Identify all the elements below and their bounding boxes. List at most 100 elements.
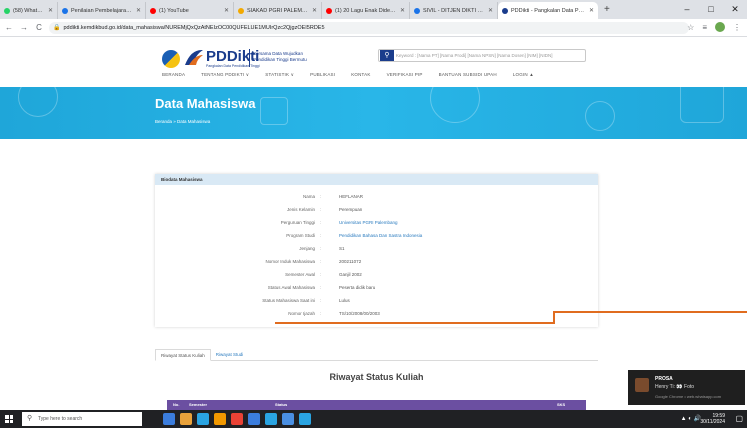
menu-item[interactable]: TENTANG PDDIKTI ∨: [201, 72, 249, 78]
new-tab-button[interactable]: +: [598, 2, 616, 19]
windows-icon: [5, 415, 13, 423]
main-menu: BERANDA TENTANG PDDIKTI ∨ STATISTIK ∨ PUBLI…: [162, 72, 534, 78]
biodata-row: Nomor Ijazah: TS/10/2008/00/2003: [155, 311, 598, 322]
taskbar-app-icon[interactable]: [248, 413, 260, 425]
biodata-card: Biodata Mahasiswa Nama: HEFLANAR Jenis Kel…: [155, 174, 598, 327]
tab-riwayat-status-kuliah[interactable]: Riwayat Status Kuliah: [155, 349, 211, 361]
system-tray-icons[interactable]: ▲ ◐ 🔊: [681, 415, 701, 422]
browser-tab[interactable]: PDDikti - Pangkalan Data Pendi ✕: [498, 2, 598, 19]
maximize-button[interactable]: □: [699, 0, 723, 19]
site-search-box[interactable]: ⚲ Keyword : [Nama PT] [Nama Prodi] [Nama…: [378, 49, 586, 62]
menu-item[interactable]: PUBLIKASI: [310, 72, 335, 78]
banner-decoration: [680, 87, 724, 123]
close-tab-icon[interactable]: ✕: [312, 7, 317, 14]
browser-tab[interactable]: (1) YouTube ✕: [146, 2, 234, 19]
clock[interactable]: 19:59 30/11/2024: [700, 413, 725, 425]
browser-tab[interactable]: Penilaian Pembelajaran - UKMPT✕: [58, 2, 146, 19]
back-button[interactable]: ←: [3, 23, 15, 32]
biodata-label: Nama: [302, 194, 315, 199]
menu-item[interactable]: BERANDA: [162, 72, 185, 78]
taskbar-app-icon[interactable]: [231, 413, 243, 425]
tab-favicon-icon: [414, 7, 420, 14]
table-header: No. Semester Status SKS: [167, 400, 586, 410]
tab-title: PDDikti - Pangkalan Data Pendi: [511, 7, 586, 14]
biodata-heading: Biodata Mahasiswa: [155, 174, 598, 185]
tab-favicon-icon: [150, 7, 156, 14]
profile-avatar[interactable]: [715, 22, 725, 32]
banner-decoration: [430, 87, 480, 123]
taskbar-app-icon[interactable]: [163, 413, 175, 425]
notification-toast[interactable]: PROSA Henry Ti: 👀 Foto Google Chrome • w…: [628, 370, 745, 405]
reading-list-icon[interactable]: ≡: [702, 23, 707, 32]
minimize-button[interactable]: –: [675, 0, 699, 19]
page-title: Data Mahasiswa: [155, 96, 256, 111]
menu-item[interactable]: KONTAK: [351, 72, 370, 78]
taskbar-app-icon[interactable]: [180, 413, 192, 425]
biodata-separator: :: [320, 272, 322, 277]
forward-button[interactable]: →: [18, 23, 30, 32]
tab-title: Penilaian Pembelajaran - UKMPT: [71, 7, 133, 14]
biodata-label: Nomor Ijazah: [288, 311, 315, 316]
taskbar-app-icon[interactable]: [265, 413, 277, 425]
close-window-button[interactable]: ✕: [723, 0, 747, 19]
clock-date: 30/11/2024: [700, 419, 725, 425]
column-header-status: Status: [275, 402, 288, 407]
close-tab-icon[interactable]: ✕: [136, 7, 141, 14]
biodata-row: Nama: HEFLANAR: [155, 194, 598, 205]
search-input[interactable]: Keyword : [Nama PT] [Nama Prodi] [Nama N…: [396, 53, 553, 58]
browser-tab[interactable]: (58) WhatsApp✕: [0, 2, 58, 19]
taskbar-app-icon[interactable]: [197, 413, 209, 425]
logo-text[interactable]: PDDikti: [206, 48, 259, 65]
close-tab-icon[interactable]: ✕: [48, 7, 53, 14]
tab-title: (1) YouTube: [159, 7, 189, 14]
search-icon: ⚲: [27, 415, 33, 422]
taskbar-app-icon[interactable]: [214, 413, 226, 425]
reload-button[interactable]: C: [33, 23, 45, 32]
menu-item[interactable]: BANTUAN SUBSIDI UPAH: [439, 72, 497, 78]
menu-item[interactable]: STATISTIK ∨: [265, 72, 294, 78]
tab-title: SIVIL - DITJEN DIKTI KEMDIKBUD: [423, 7, 485, 14]
close-tab-icon[interactable]: ✕: [488, 7, 493, 14]
taskbar-app-icon[interactable]: [282, 413, 294, 425]
biodata-separator: :: [320, 285, 322, 290]
biodata-row: Semester Awal: Ganjil 2002: [155, 272, 598, 283]
biodata-value[interactable]: Universitas PGRI Palembang: [339, 220, 398, 225]
kemdikbud-logo-icon[interactable]: [162, 50, 180, 68]
taskbar-app-icon[interactable]: [299, 413, 311, 425]
tab-favicon-icon: [238, 7, 244, 14]
browser-tab[interactable]: SIVIL - DITJEN DIKTI KEMDIKBUD✕: [410, 2, 498, 19]
windows-start-button[interactable]: [0, 410, 18, 428]
menu-item[interactable]: VERIFIKASI PIP: [387, 72, 423, 78]
biodata-value: Peserta didik baru: [339, 285, 376, 290]
browser-tab[interactable]: SIAKAD PGRI PALEMBANG✕: [234, 2, 322, 19]
browser-tab[interactable]: (1) 20 Lagu Enak Didengar ✕: [322, 2, 410, 19]
action-center-icon[interactable]: ▢: [735, 414, 743, 423]
biodata-value: S1: [339, 246, 345, 251]
tab-riwayat-studi[interactable]: Riwayat Studi: [211, 349, 249, 361]
biodata-row: Perguruan Tinggi: Universitas PGRI Palemb…: [155, 220, 598, 231]
biodata-separator: :: [320, 220, 322, 225]
breadcrumb: Beranda » Data Mahasiswa: [155, 119, 211, 124]
annotation-line: [553, 311, 747, 313]
notification-body: Henry Ti: 👀 Foto: [655, 384, 695, 390]
menu-item[interactable]: LOGIN ▲: [513, 72, 534, 78]
search-icon[interactable]: ⚲: [380, 50, 394, 61]
close-tab-icon[interactable]: ✕: [400, 7, 405, 14]
menu-dots-icon[interactable]: ⋮: [733, 23, 741, 32]
biodata-value: Ganjil 2002: [339, 272, 362, 277]
biodata-label: Status Mahasiswa Saat ini: [262, 298, 315, 303]
annotation-line: [275, 322, 555, 324]
url-field[interactable]: 🔒 pddikti.kemdikbud.go.id/data_mahasiswa…: [49, 21, 689, 34]
biodata-value: TS/10/2008/00/2003: [339, 311, 380, 316]
taskbar-search-input[interactable]: Type here to search: [22, 412, 142, 426]
star-icon[interactable]: ☆: [687, 23, 694, 32]
biodata-separator: :: [320, 259, 322, 264]
biodata-label: Semester Awal: [285, 272, 315, 277]
window-controls: – □ ✕: [675, 0, 747, 19]
close-tab-icon[interactable]: ✕: [224, 7, 229, 14]
browser-actions: ☆ ≡ ⋮: [687, 22, 741, 32]
close-tab-icon[interactable]: ✕: [589, 7, 594, 14]
biodata-value[interactable]: Pendidikan Bahasa Dan Sastra Indonesia: [339, 233, 422, 238]
tab-favicon-icon: [4, 7, 10, 14]
history-tabs: Riwayat Status Kuliah Riwayat Studi: [155, 349, 598, 361]
